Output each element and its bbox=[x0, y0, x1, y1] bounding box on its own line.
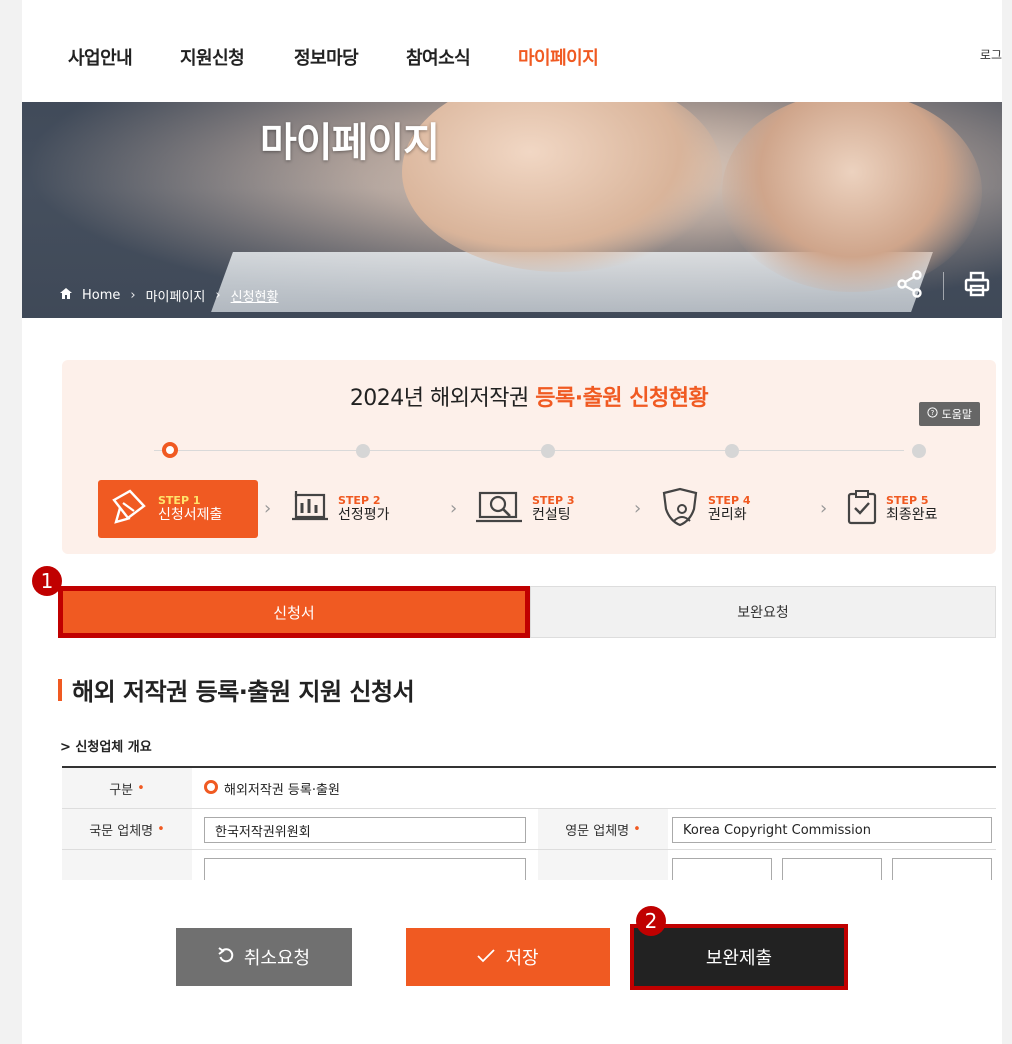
check-icon bbox=[477, 947, 496, 968]
row-label-cell bbox=[62, 850, 192, 880]
nav-item-info[interactable]: 정보마당 bbox=[294, 44, 359, 70]
row-label-cell bbox=[538, 850, 668, 880]
progress-dot-1 bbox=[162, 442, 178, 458]
nav-item-mypage[interactable]: 마이페이지 bbox=[518, 44, 599, 70]
annotation-marker-2: 2 bbox=[636, 906, 666, 936]
supplement-submit-button[interactable]: 보완제출 bbox=[634, 928, 844, 986]
company-overview-table: 구분 • 해외저작권 등록·출원 국문 업체명 • 한국저작권위원회 영문 업체명 •… bbox=[62, 766, 996, 880]
progress-track bbox=[154, 450, 904, 451]
print-icon[interactable] bbox=[964, 271, 990, 301]
annotation-marker-1: 1 bbox=[32, 566, 62, 596]
tab-supplement-request[interactable]: 보완요청 bbox=[530, 586, 996, 638]
table-row: 구분 • 해외저작권 등록·출원 bbox=[62, 768, 996, 809]
tab-application[interactable]: 신청서 bbox=[58, 586, 530, 638]
breadcrumb: Home › 마이페이지 › 신청현황 bbox=[60, 286, 278, 305]
row-input[interactable] bbox=[892, 858, 992, 880]
row-input[interactable] bbox=[672, 858, 772, 880]
table-row: 국문 업체명 • 한국저작권위원회 영문 업체명 • Korea Copyright… bbox=[62, 809, 996, 850]
share-icon[interactable] bbox=[897, 270, 923, 302]
kor-name-label: 국문 업체명 • bbox=[62, 809, 192, 849]
breadcrumb-mypage[interactable]: 마이페이지 bbox=[146, 286, 206, 305]
step-1[interactable]: STEP 1 신청서제출 bbox=[98, 480, 258, 538]
nav-item-business[interactable]: 사업안내 bbox=[68, 44, 133, 70]
step-1-label: 신청서제출 bbox=[158, 506, 223, 523]
clipboard-check-icon bbox=[846, 489, 878, 529]
step-5-label: 최종완료 bbox=[886, 506, 938, 523]
type-label: 구분 • bbox=[62, 768, 192, 808]
hand-image-right bbox=[722, 102, 982, 292]
section-title: > 신청업체 개요 bbox=[60, 740, 152, 755]
progress-dot-5 bbox=[912, 444, 926, 458]
steps-panel: 2024년 해외저작권 등록·출원 신청현황 ? 도움말 STEP 1 신청서제… bbox=[62, 360, 996, 554]
step-3[interactable]: STEP 3 컨설팅 bbox=[476, 480, 575, 538]
step-2[interactable]: STEP 2 선정평가 bbox=[290, 480, 390, 538]
breadcrumb-home[interactable]: Home bbox=[82, 288, 120, 303]
save-button[interactable]: 저장 bbox=[406, 928, 610, 986]
cancel-request-button[interactable]: 취소요청 bbox=[176, 928, 352, 986]
action-bar: 취소요청 저장 보완제출 2 bbox=[104, 890, 908, 1022]
step-4-label: 권리화 bbox=[708, 506, 747, 523]
chevron-right-icon: › bbox=[634, 498, 642, 519]
login-link[interactable]: 로그 bbox=[980, 46, 1002, 63]
shield-user-icon bbox=[658, 487, 700, 531]
step-3-label: 컨설팅 bbox=[532, 506, 571, 523]
question-icon: ? bbox=[927, 407, 938, 421]
chevron-right-icon: › bbox=[450, 498, 458, 519]
form-title-text: 해외 저작권 등록·출원 지원 신청서 bbox=[72, 678, 415, 706]
home-icon[interactable] bbox=[60, 288, 72, 303]
step-4[interactable]: STEP 4 권리화 bbox=[658, 480, 751, 538]
svg-text:?: ? bbox=[930, 409, 934, 417]
row-input[interactable] bbox=[782, 858, 882, 880]
step-5-number: STEP 5 bbox=[886, 493, 929, 507]
progress-dot-3 bbox=[541, 444, 555, 458]
step-2-number: STEP 2 bbox=[338, 493, 381, 507]
top-nav: 사업안내 지원신청 정보마당 참여소식 마이페이지 로그 bbox=[22, 26, 1002, 88]
step-5[interactable]: STEP 5 최종완료 bbox=[846, 480, 938, 538]
chevron-right-icon: › bbox=[264, 498, 272, 519]
help-label: 도움말 bbox=[941, 408, 972, 421]
save-label: 저장 bbox=[505, 948, 539, 969]
undo-icon bbox=[218, 946, 234, 969]
hand-image bbox=[402, 102, 722, 272]
eng-name-label: 영문 업체명 • bbox=[538, 809, 668, 849]
type-value: 해외저작권 등록·출원 bbox=[224, 783, 340, 798]
page: 사업안내 지원신청 정보마당 참여소식 마이페이지 로그 마이페이지 Home … bbox=[22, 0, 1002, 1044]
document-pen-icon bbox=[110, 488, 150, 530]
row-input[interactable] bbox=[204, 858, 526, 880]
cancel-request-label: 취소요청 bbox=[243, 948, 311, 969]
nav-item-news[interactable]: 참여소식 bbox=[406, 44, 471, 70]
chevron-right-icon: › bbox=[215, 288, 221, 303]
tab-bar: 신청서 보완요청 bbox=[58, 586, 996, 638]
breadcrumb-current[interactable]: 신청현황 bbox=[231, 286, 279, 305]
step-3-number: STEP 3 bbox=[532, 493, 575, 507]
step-4-number: STEP 4 bbox=[708, 493, 751, 507]
progress-dot-2 bbox=[356, 444, 370, 458]
eng-name-input[interactable]: Korea Copyright Commission bbox=[672, 817, 992, 843]
step-2-label: 선정평가 bbox=[338, 506, 390, 523]
steps-title: 2024년 해외저작권 등록·출원 신청현황 bbox=[349, 386, 709, 411]
title-accent-bar bbox=[58, 678, 62, 701]
monitor-search-icon bbox=[476, 489, 524, 529]
nav-item-apply[interactable]: 지원신청 bbox=[180, 44, 245, 70]
kor-name-input[interactable]: 한국저작권위원회 bbox=[204, 817, 526, 843]
chevron-right-icon: › bbox=[130, 288, 136, 303]
progress-dot-4 bbox=[725, 444, 739, 458]
table-row bbox=[62, 850, 996, 880]
form-title: 해외 저작권 등록·출원 지원 신청서 bbox=[58, 672, 415, 707]
help-button[interactable]: ? 도움말 bbox=[918, 402, 980, 426]
chart-board-icon bbox=[290, 489, 330, 529]
step-1-number: STEP 1 bbox=[158, 493, 201, 507]
hero-banner: 마이페이지 Home › 마이페이지 › 신청현황 bbox=[22, 102, 1002, 318]
type-radio[interactable] bbox=[204, 780, 218, 794]
hero-tools bbox=[897, 270, 990, 302]
page-title: 마이페이지 bbox=[260, 120, 440, 166]
chevron-right-icon: › bbox=[820, 498, 828, 519]
tools-divider bbox=[943, 272, 944, 300]
